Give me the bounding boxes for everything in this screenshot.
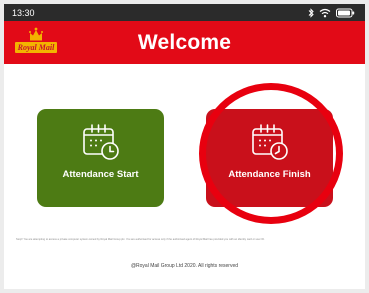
bluetooth-icon	[308, 7, 314, 18]
attendance-start-label: Attendance Start	[62, 169, 139, 180]
page-title: Welcome	[137, 30, 232, 54]
attendance-finish-button[interactable]: Attendance Finish	[206, 109, 333, 207]
status-bar: 13:30	[4, 4, 365, 21]
app-window: 13:30 Royal Mail Welcome Attendance Star…	[4, 4, 365, 289]
crown-icon	[29, 27, 43, 41]
royal-mail-logo: Royal Mail	[14, 26, 58, 59]
header-bar: Royal Mail Welcome	[4, 21, 365, 64]
attendance-finish-label: Attendance Finish	[228, 169, 311, 180]
logo-wordmark: Royal Mail	[14, 42, 58, 53]
legal-disclaimer: Stop!! You are attempting to access a pr…	[16, 238, 265, 241]
status-time: 13:30	[12, 7, 35, 18]
battery-icon	[336, 8, 355, 18]
calendar-clock-icon	[251, 124, 288, 160]
attendance-start-button[interactable]: Attendance Start	[37, 109, 164, 207]
wifi-icon	[319, 8, 331, 18]
main-content: Attendance Start Attendance Finish Stop!…	[4, 64, 365, 289]
status-icons	[308, 7, 355, 18]
copyright-notice: @Royal Mail Group Ltd 2020. All rights r…	[130, 263, 239, 269]
calendar-clock-icon	[82, 124, 119, 160]
